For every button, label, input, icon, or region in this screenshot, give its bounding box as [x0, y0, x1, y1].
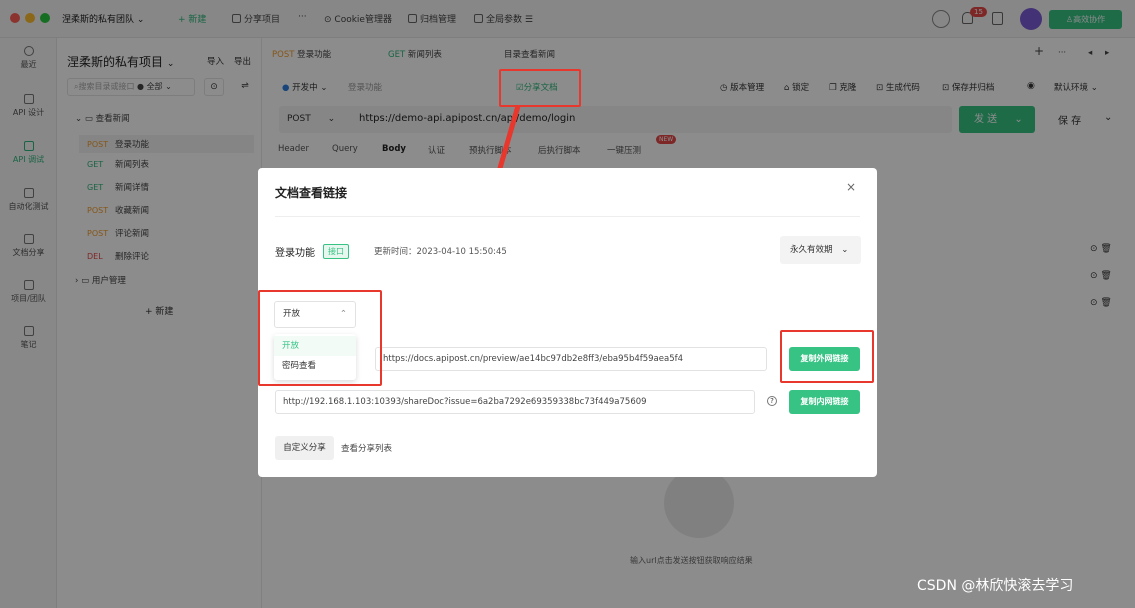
watermark: CSDN @林欣快滚去学习: [917, 578, 1074, 594]
custom-share-button[interactable]: 自定义分享: [275, 436, 334, 460]
validity-label: 永久有效期: [790, 245, 833, 255]
api-tag: 接口: [323, 244, 349, 259]
divider: [275, 216, 860, 217]
share-list-link[interactable]: 查看分享列表: [341, 442, 392, 454]
close-icon[interactable]: ×: [846, 180, 856, 194]
external-url-input[interactable]: https://docs.apipost.cn/preview/ae14bc97…: [375, 347, 767, 371]
annotation-box: [780, 330, 874, 383]
update-time: 更新时间：2023-04-10 15:50:45: [374, 247, 507, 257]
dialog-title: 文档查看链接: [275, 186, 348, 200]
validity-select[interactable]: 永久有效期 ⌄: [780, 236, 861, 264]
api-name: 登录功能: [275, 248, 315, 259]
annotation-box: [258, 290, 382, 386]
help-icon[interactable]: ?: [767, 396, 777, 406]
copy-internal-link-button[interactable]: 复制内网链接: [789, 390, 860, 414]
chevron-down-icon: ⌄: [841, 245, 849, 255]
internal-url-input[interactable]: http://192.168.1.103:10393/shareDoc?issu…: [275, 390, 755, 414]
app-window: 涅柔斯的私有团队 ⌄ + 新建 分享项目 ··· ⊙ Cookie管理器 归档管…: [0, 0, 1135, 608]
